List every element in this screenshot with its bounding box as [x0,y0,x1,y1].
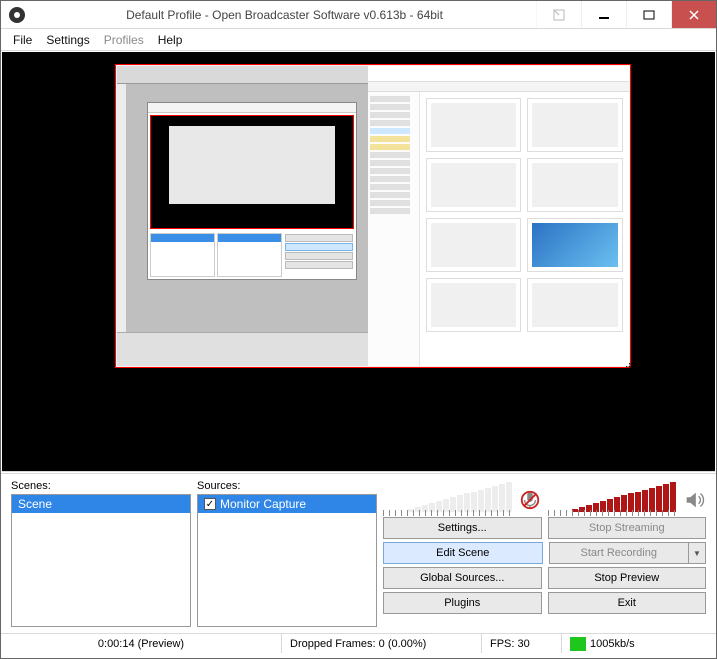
menu-help[interactable]: Help [152,31,189,49]
menubar: File Settings Profiles Help [1,29,716,51]
status-fps: FPS: 30 [481,634,561,653]
stop-streaming-button[interactable]: Stop Streaming [548,517,707,539]
stop-preview-button[interactable]: Stop Preview [548,567,707,589]
edit-scene-button[interactable]: Edit Scene [383,542,543,564]
audio-meters [383,480,706,514]
speaker-meter[interactable] [548,480,677,512]
settings-button[interactable]: Settings... [383,517,542,539]
scenes-listbox[interactable]: Scene [11,494,191,627]
status-dropped: Dropped Frames: 0 (0.00%) [281,634,481,653]
plugins-button[interactable]: Plugins [383,592,542,614]
status-time: 0:00:14 (Preview) [1,634,281,653]
window-title: Default Profile - Open Broadcaster Softw… [33,8,536,22]
bitrate-value: 1005kb/s [590,638,635,650]
status-bitrate: 1005kb/s [561,634,716,653]
source-checkbox[interactable]: ✓ [204,498,216,510]
scene-name: Scene [18,497,52,511]
minimize-button[interactable] [581,1,626,28]
preview-frame[interactable] [115,64,631,368]
exit-button[interactable]: Exit [548,592,707,614]
app-icon [7,5,27,25]
captured-desktop [117,66,629,366]
bitrate-indicator-icon [570,637,586,651]
menu-file[interactable]: File [7,31,38,49]
status-bar: 0:00:14 (Preview) Dropped Frames: 0 (0.0… [1,633,716,653]
source-name: Monitor Capture [220,497,306,511]
menu-profiles[interactable]: Profiles [98,31,150,49]
close-button[interactable] [671,1,716,28]
source-row[interactable]: ✓ Monitor Capture [198,495,376,513]
scene-row[interactable]: Scene [12,495,190,513]
bottom-panel: Scenes: Scene Sources: ✓ Monitor Capture [1,473,716,653]
start-recording-button[interactable]: Start Recording [549,542,689,564]
mic-meter[interactable] [383,480,512,512]
app-window: Default Profile - Open Broadcaster Softw… [0,0,717,659]
help-button[interactable] [536,1,581,28]
preview-area[interactable] [2,52,715,472]
mic-icon[interactable] [518,488,542,512]
sources-listbox[interactable]: ✓ Monitor Capture [197,494,377,627]
start-recording-dropdown[interactable]: ▼ [688,542,706,564]
sources-label: Sources: [197,480,377,492]
titlebar[interactable]: Default Profile - Open Broadcaster Softw… [1,1,716,29]
nested-obs-window [147,102,357,280]
speaker-icon[interactable] [682,488,706,512]
menu-settings[interactable]: Settings [40,31,95,49]
maximize-button[interactable] [626,1,671,28]
scenes-label: Scenes: [11,480,191,492]
global-sources-button[interactable]: Global Sources... [383,567,542,589]
